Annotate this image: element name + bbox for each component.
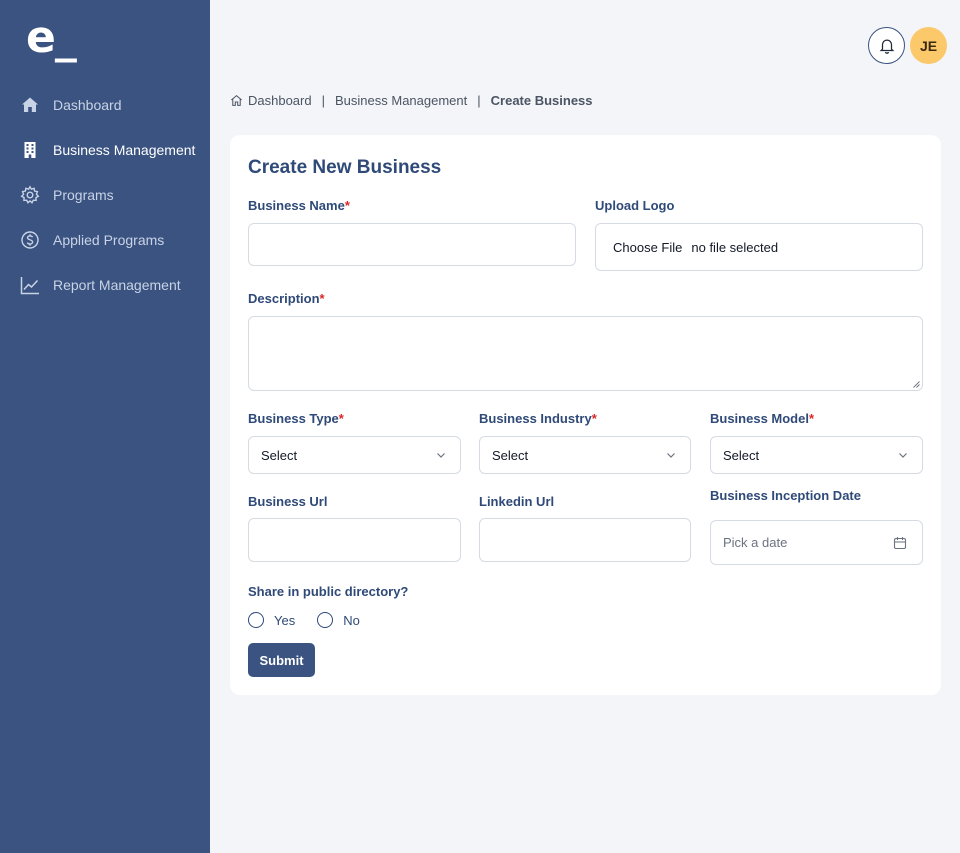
submit-button[interactable]: Submit [248,643,315,677]
gear-icon [20,184,40,205]
radio-yes-label: Yes [274,612,296,628]
chart-line-icon [20,275,40,295]
radio-option-no[interactable]: No [317,612,360,628]
radio-no[interactable] [317,612,334,628]
breadcrumb-business-management[interactable]: Business Management [335,93,467,108]
breadcrumb: Dashboard | Business Management | Create… [230,92,593,108]
business-name-input[interactable] [249,224,575,265]
linkedin-url-label: Linkedin Url [479,494,555,509]
sidebar-nav: Dashboard Business Management Programs A… [0,82,210,307]
business-url-label: Business Url [248,494,328,509]
inception-date-label: Business Inception Date [710,488,861,503]
breadcrumb-separator: | [477,92,481,108]
business-industry-label: Business Industry* [479,411,597,426]
linkedin-url-input[interactable] [480,519,690,561]
business-url-input[interactable] [249,519,460,561]
required-marker: * [591,411,597,426]
sidebar-item-business-management[interactable]: Business Management [0,127,210,172]
create-business-card: Create New Business Business Name* Uploa… [230,135,941,695]
business-name-label: Business Name* [248,198,350,213]
home-icon [20,95,40,115]
calendar-icon [893,536,907,549]
sidebar: e_ Dashboard Business Management Program… [0,0,210,853]
business-type-value: Select [261,447,298,463]
business-model-select[interactable]: Select [710,436,923,474]
business-type-select[interactable]: Select [248,436,461,474]
description-label: Description* [248,291,325,306]
business-url-field[interactable] [248,518,461,562]
public-directory-radio-group: Yes No [248,612,382,628]
breadcrumb-separator: | [321,92,325,108]
business-industry-value: Select [492,447,529,463]
business-model-label-text: Business Model [710,411,809,426]
business-name-label-text: Business Name [248,198,345,213]
public-directory-label: Share in public directory? [248,584,409,599]
sidebar-item-label: Applied Programs [53,231,165,248]
required-marker: * [319,291,325,306]
resize-handle-icon[interactable] [913,381,920,388]
business-industry-select[interactable]: Select [479,436,691,474]
chevron-down-icon [667,453,675,458]
description-textarea[interactable] [249,317,922,390]
sidebar-item-label: Programs [53,186,114,203]
breadcrumb-current: Create Business [490,92,593,108]
sidebar-item-dashboard[interactable]: Dashboard [0,82,210,127]
business-type-label-text: Business Type [248,411,339,426]
page-title: Create New Business [248,157,442,178]
inception-date-picker[interactable]: Pick a date [710,520,923,565]
radio-yes[interactable] [248,612,264,628]
required-marker: * [808,411,815,426]
business-type-label: Business Type* [248,411,344,426]
bell-icon [878,37,896,55]
date-placeholder: Pick a date [723,535,788,550]
sidebar-item-applied-programs[interactable]: Applied Programs [0,217,210,262]
dollar-circle-icon [20,230,40,250]
user-avatar[interactable]: JE [910,27,947,64]
radio-option-yes[interactable]: Yes [248,612,295,628]
required-marker: * [344,198,350,213]
chevron-down-icon [437,453,445,458]
business-model-label: Business Model* [710,411,814,426]
home-outline-icon [231,94,242,106]
choose-file-button[interactable]: Choose File [613,240,682,255]
required-marker: * [338,411,344,426]
sidebar-item-report-management[interactable]: Report Management [0,262,210,307]
business-name-field[interactable] [248,223,576,266]
sidebar-item-label: Dashboard [53,96,122,113]
business-model-value: Select [723,447,760,463]
upload-logo-label: Upload Logo [595,198,675,213]
chevron-down-icon [899,453,907,458]
description-field[interactable] [248,316,923,391]
linkedin-url-field[interactable] [479,518,691,562]
building-icon [20,140,40,160]
sidebar-item-label: Report Management [53,276,181,293]
breadcrumb-dashboard[interactable]: Dashboard [248,93,312,108]
file-status-text: no file selected [691,239,779,255]
upload-logo-field[interactable]: Choose File no file selected [595,223,923,271]
business-industry-label-text: Business Industry [479,411,592,426]
description-label-text: Description [248,291,320,306]
radio-no-label: No [343,612,360,628]
sidebar-item-programs[interactable]: Programs [0,172,210,217]
notifications-button[interactable] [868,27,905,64]
sidebar-item-label: Business Management [53,141,196,158]
app-logo[interactable]: e_ [26,14,77,62]
